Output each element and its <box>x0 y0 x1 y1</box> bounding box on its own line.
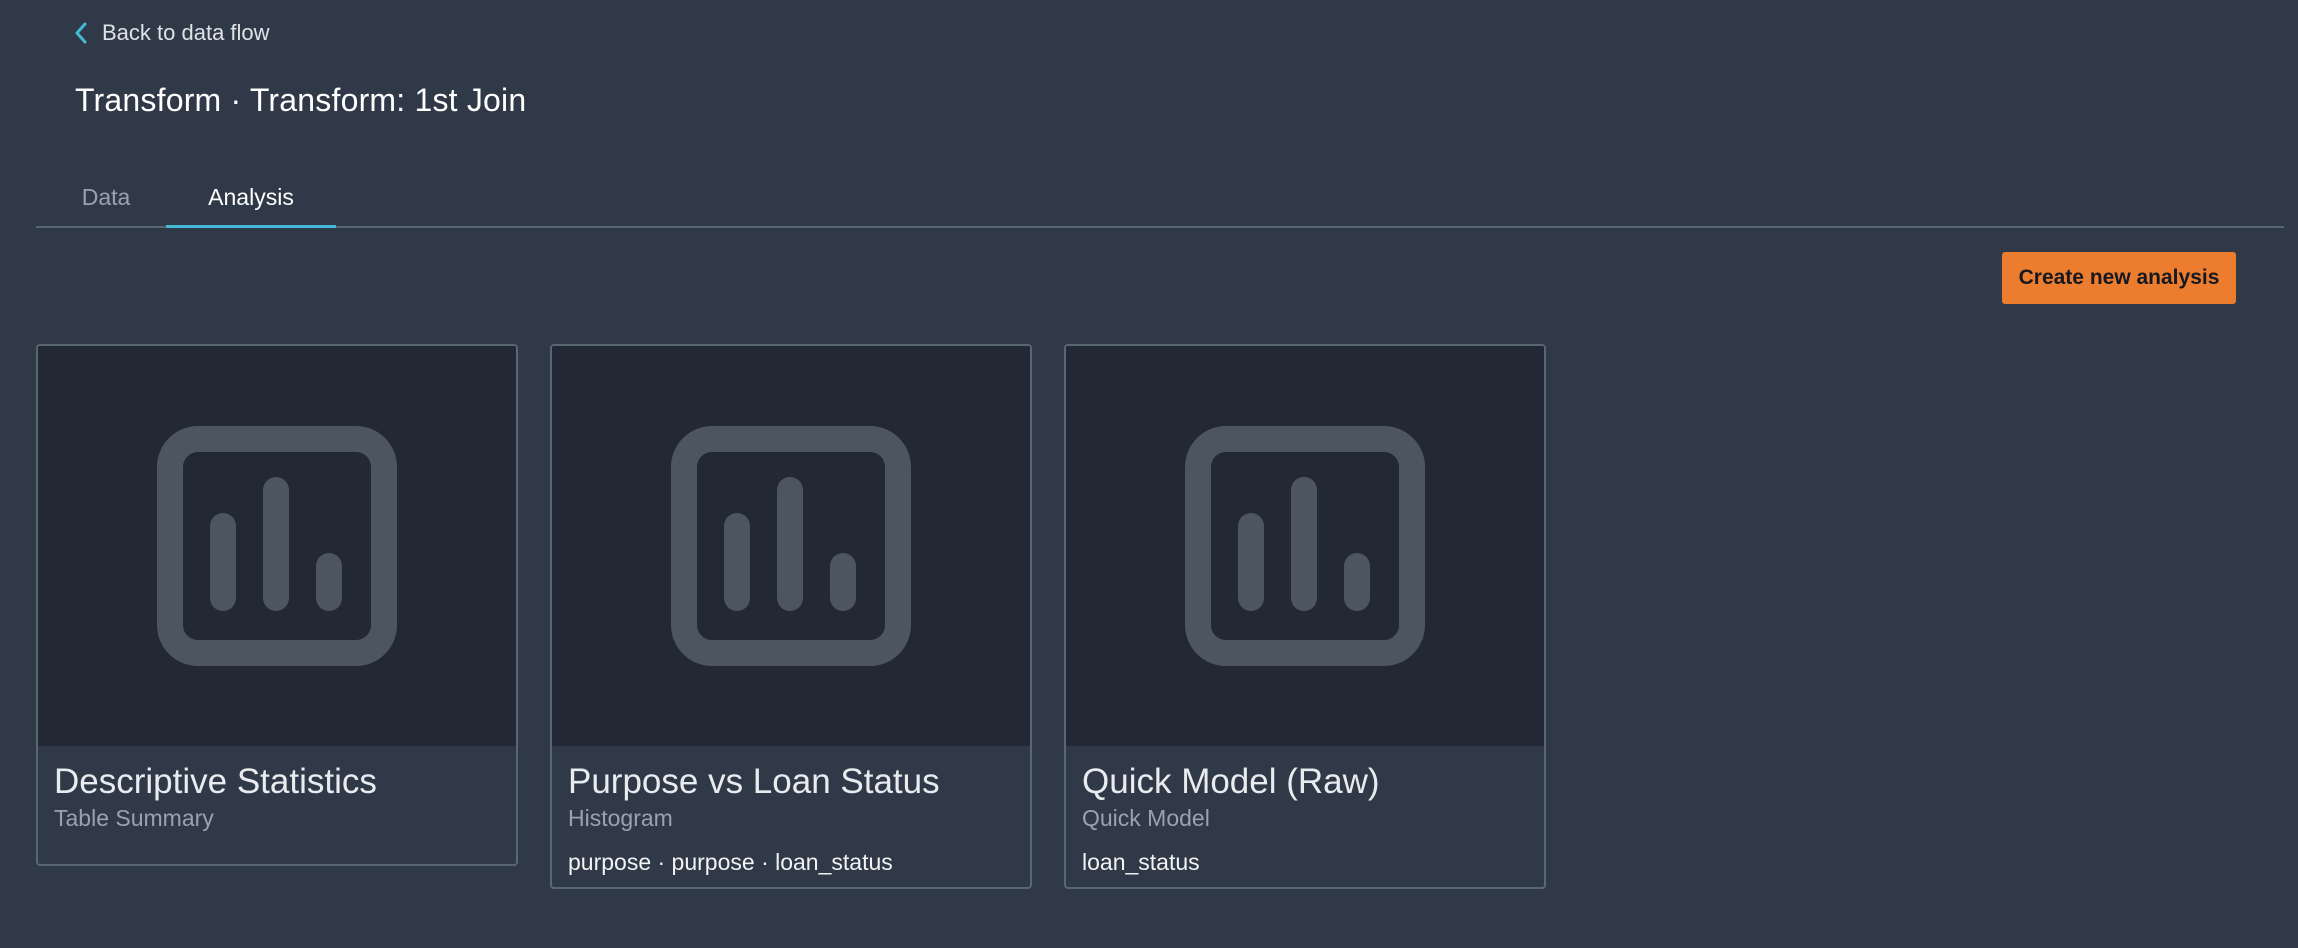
bar-chart-icon <box>1185 426 1425 666</box>
card-subtitle: Quick Model <box>1082 805 1210 831</box>
analysis-card-purpose-vs-loan-status[interactable]: Purpose vs Loan Status Histogram purpose… <box>550 344 1032 889</box>
back-to-data-flow-link[interactable]: Back to data flow <box>74 18 270 48</box>
card-thumbnail <box>1066 346 1544 746</box>
tab-data[interactable]: Data <box>76 168 136 226</box>
analysis-card-descriptive-statistics[interactable]: Descriptive Statistics Table Summary <box>36 344 518 866</box>
tab-bar: Data Analysis <box>36 168 2284 228</box>
bar-chart-icon <box>671 426 911 666</box>
card-columns: purpose · purpose · loan_status <box>568 849 893 875</box>
page-title: Transform · Transform: 1st Join <box>75 82 527 118</box>
card-subtitle: Table Summary <box>54 805 214 831</box>
card-thumbnail <box>552 346 1030 746</box>
chevron-left-icon <box>74 22 88 44</box>
card-subtitle: Histogram <box>568 805 673 831</box>
tab-analysis[interactable]: Analysis <box>166 168 336 228</box>
card-thumbnail <box>38 346 516 746</box>
card-title: Quick Model (Raw) <box>1082 762 1380 801</box>
analysis-card-quick-model-raw[interactable]: Quick Model (Raw) Quick Model loan_statu… <box>1064 344 1546 889</box>
bar-chart-icon <box>157 426 397 666</box>
back-link-label: Back to data flow <box>102 20 270 45</box>
create-new-analysis-button[interactable]: Create new analysis <box>2002 252 2236 304</box>
card-columns: loan_status <box>1082 849 1200 875</box>
card-title: Descriptive Statistics <box>54 762 377 801</box>
card-title: Purpose vs Loan Status <box>568 762 940 801</box>
